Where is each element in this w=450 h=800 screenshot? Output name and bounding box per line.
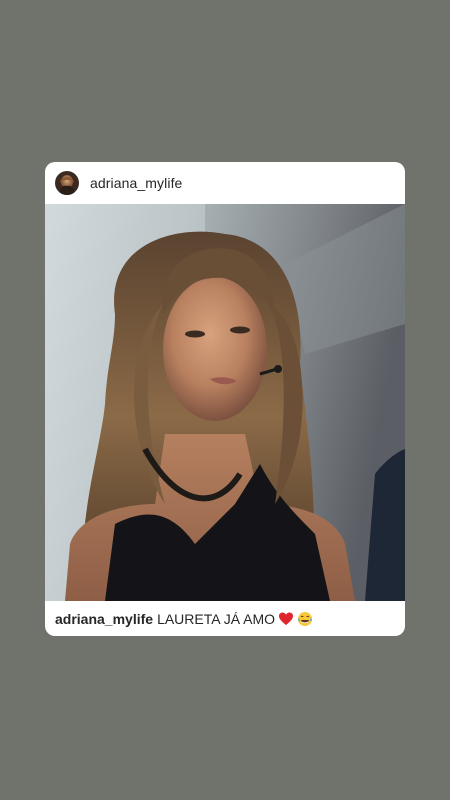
post-caption: adriana_mylife LAURETA JÁ AMO <box>45 601 405 636</box>
post-header: adriana_mylife <box>45 162 405 204</box>
post-photo <box>45 204 405 601</box>
caption-username[interactable]: adriana_mylife <box>55 611 153 627</box>
tears-of-joy-emoji-icon <box>297 611 313 627</box>
story-post-card[interactable]: adriana_mylife adriana_mylife LAURETA JÁ… <box>45 162 405 636</box>
post-username[interactable]: adriana_mylife <box>90 175 182 191</box>
caption-text: LAURETA JÁ AMO <box>157 610 276 627</box>
heart-emoji-icon <box>278 611 294 627</box>
avatar[interactable] <box>55 171 79 195</box>
